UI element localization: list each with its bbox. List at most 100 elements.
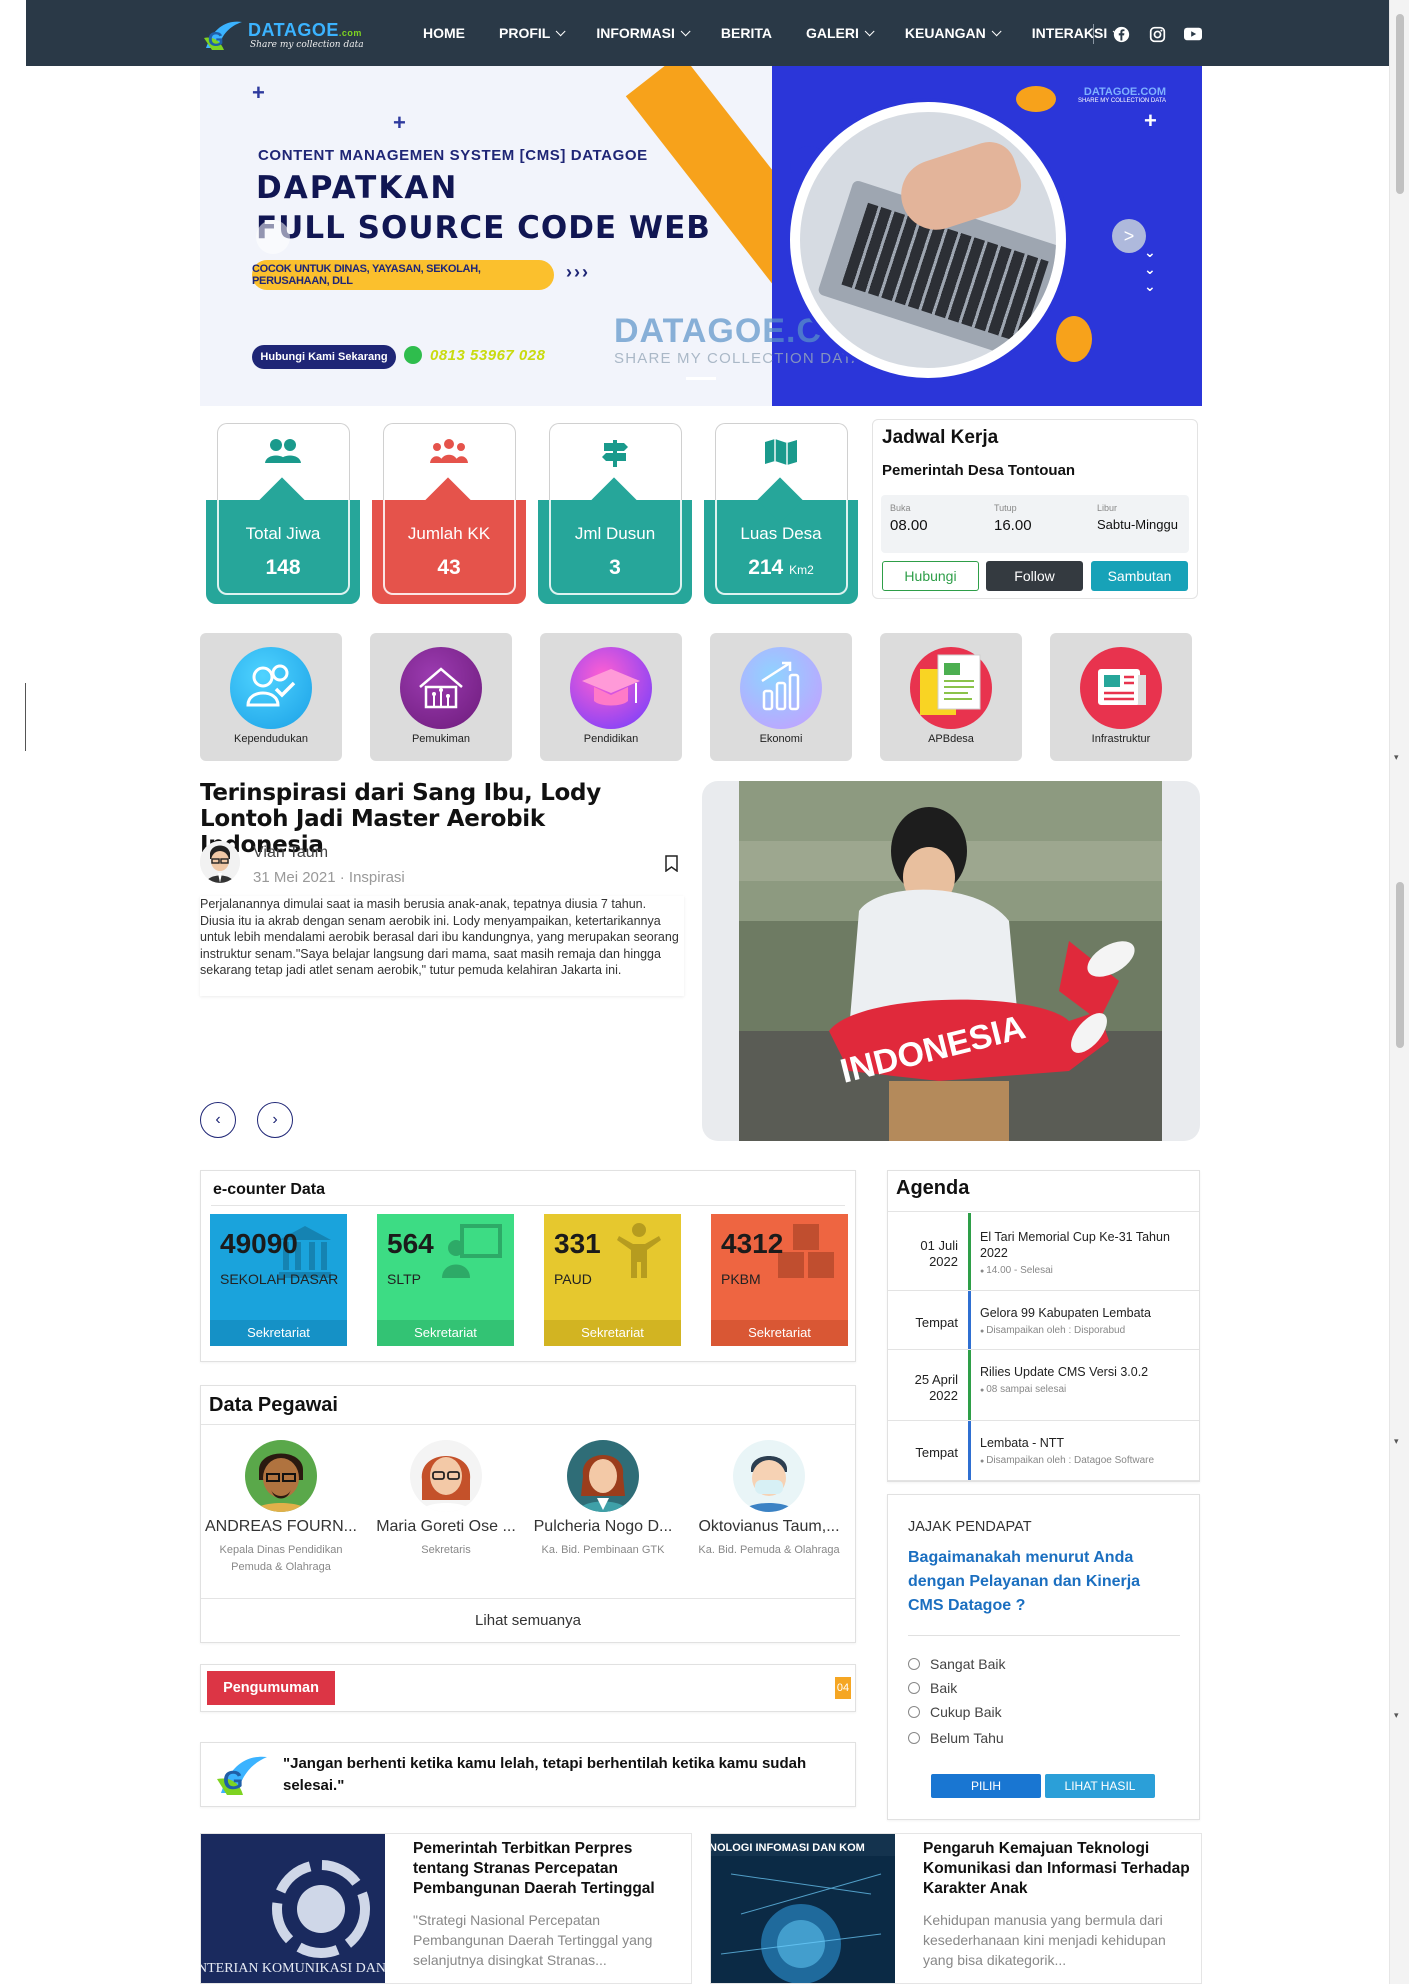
poll-title: JAJAK PENDAPAT — [908, 1519, 1032, 1535]
agenda-event-title: Lembata - NTT — [980, 1436, 1065, 1450]
ecounter-label: PAUD — [554, 1271, 592, 1287]
stat-value: 214 Km2 — [704, 556, 858, 580]
nav-item-home[interactable]: HOME — [406, 25, 482, 41]
employee-card[interactable]: Oktovianus Taum,... Ka. Bid. Pemuda & Ola… — [689, 1440, 849, 1559]
poll-submit-button[interactable]: PILIH — [931, 1774, 1041, 1798]
carousel-indicator[interactable] — [686, 377, 716, 380]
stat-card-total-jiwa[interactable]: Total Jiwa 148 — [206, 420, 360, 604]
poll-option[interactable]: Cukup Baik — [908, 1704, 1002, 1720]
nav-item-galeri[interactable]: GALERI — [789, 25, 888, 41]
follow-button[interactable]: Follow — [986, 561, 1083, 591]
radio-button[interactable] — [908, 1658, 920, 1670]
boxes-icon — [776, 1222, 836, 1280]
radio-button[interactable] — [908, 1732, 920, 1744]
ecounter-card-sekolah-dasar[interactable]: 49090 SEKOLAH DASAR Sekretariat — [210, 1214, 347, 1346]
category-kependudukan[interactable]: Kependudukan — [200, 633, 342, 761]
category-pendidikan[interactable]: Pendidikan — [540, 633, 682, 761]
agenda-row[interactable]: 25 April 2022 Rilies Update CMS Versi 3.0… — [888, 1350, 1199, 1421]
carousel-prev-button[interactable] — [256, 220, 290, 254]
radio-button[interactable] — [908, 1682, 920, 1694]
ecounter-card-paud[interactable]: 331 PAUD Sekretariat — [544, 1214, 681, 1346]
article-photo: INDONESIA — [739, 781, 1162, 1141]
news-image: NTERIAN KOMUNIKASI DAN REPUBLIK INDONESI — [201, 1834, 385, 1983]
poll-option-label: Cukup Baik — [930, 1704, 1002, 1720]
sambutan-button[interactable]: Sambutan — [1091, 561, 1188, 591]
poll-option[interactable]: Sangat Baik — [908, 1656, 1006, 1672]
news-card[interactable]: NOLOGI INFOMASI DAN KOM Pengaruh Kemajua… — [710, 1833, 1202, 1984]
ecounter-title: e-counter Data — [213, 1181, 326, 1198]
poll-results-button[interactable]: LIHAT HASIL — [1045, 1774, 1155, 1798]
nav-divider — [1093, 24, 1094, 44]
left-gutter — [0, 0, 26, 1984]
poll-option[interactable]: Baik — [908, 1680, 957, 1696]
bookmark-icon[interactable] — [665, 855, 678, 872]
ecounter-card-pkbm[interactable]: 4312 PKBM Sekretariat — [711, 1214, 848, 1346]
ecounter-card-sltp[interactable]: 564 SLTP Sekretariat — [377, 1214, 514, 1346]
stat-card-jumlah-kk[interactable]: Jumlah KK 43 — [372, 420, 526, 604]
scroll-down-arrow-icon[interactable]: ▾ — [1394, 752, 1399, 763]
announcement-bar: Pengumuman 04 — [200, 1664, 856, 1712]
contact-now-button[interactable]: Hubungi Kami Sekarang — [252, 345, 396, 369]
category-pemukiman[interactable]: Pemukiman — [370, 633, 512, 761]
instagram-icon[interactable] — [1148, 25, 1166, 43]
poll-question: Bagaimanakah menurut Anda dengan Pelayan… — [908, 1549, 1141, 1614]
scrollbar-thumb[interactable] — [1396, 14, 1404, 194]
category-ekonomi[interactable]: Ekonomi — [710, 633, 852, 761]
chevron-down-icon — [991, 25, 1002, 36]
scroll-down-arrow-icon[interactable]: ▾ — [1394, 1710, 1399, 1721]
announcement-label: Pengumuman — [207, 1671, 335, 1705]
poll-option[interactable]: Belum Tahu — [908, 1730, 1004, 1746]
category-infrastruktur[interactable]: Infrastruktur — [1050, 633, 1192, 761]
youtube-icon[interactable] — [1184, 25, 1202, 43]
employee-card[interactable]: Maria Goreti Ose ... Sekretaris — [366, 1440, 526, 1559]
ecounter-footer[interactable]: Sekretariat — [544, 1320, 681, 1346]
schedule-subtitle: Pemerintah Desa Tontouan — [882, 462, 1076, 479]
facebook-icon[interactable] — [1112, 25, 1130, 43]
employee-card[interactable]: ANDREAS FOURN... Kepala Dinas Pendidikan … — [201, 1440, 361, 1576]
agenda-detail: El Tari Memorial Cup Ke-31 Tahun 2022 ● 1… — [980, 1229, 1190, 1280]
stat-value: 3 — [538, 556, 692, 580]
news-card[interactable]: NTERIAN KOMUNIKASI DAN REPUBLIK INDONESI… — [200, 1833, 692, 1984]
nav-item-keuangan[interactable]: KEUANGAN — [888, 25, 1015, 41]
see-all-link[interactable]: Lihat semuanya — [201, 1612, 855, 1629]
page-scrollbar[interactable]: ▾ ▾ ▾ — [1389, 0, 1409, 1984]
scrollbar-thumb[interactable] — [1396, 882, 1404, 1048]
article-prev-button[interactable]: ‹ — [200, 1102, 236, 1138]
holiday: Libur Sabtu-Minggu — [1097, 503, 1178, 532]
article-author[interactable]: Vian Taum — [253, 844, 328, 862]
agenda-event-title: Gelora 99 Kabupaten Lembata — [980, 1306, 1151, 1320]
ecounter-value: 49090 — [220, 1228, 298, 1259]
close-hours: Tutup 16.00 — [994, 503, 1032, 534]
agenda-row[interactable]: Tempat Lembata - NTT ● Disampaikan oleh : … — [888, 1421, 1199, 1481]
ecounter-footer[interactable]: Sekretariat — [210, 1320, 347, 1346]
site-logo[interactable]: G DATAGOE.com Share my collection data — [202, 16, 402, 56]
ecounter-footer[interactable]: Sekretariat — [377, 1320, 514, 1346]
ecounter-value: 4312 — [721, 1228, 784, 1259]
carousel-next-button[interactable]: > — [1112, 219, 1146, 253]
article-next-button[interactable]: › — [257, 1102, 293, 1138]
agenda-row[interactable]: 01 Juli 2022 El Tari Memorial Cup Ke-31 T… — [888, 1213, 1199, 1291]
divider — [211, 1205, 845, 1206]
category-label: APBdesa — [928, 733, 974, 745]
news-title[interactable]: Pengaruh Kemajuan Teknologi Komunikasi d… — [923, 1839, 1191, 1899]
agenda-row[interactable]: Tempat Gelora 99 Kabupaten Lembata ● Disam… — [888, 1291, 1199, 1350]
stat-card-jml-dusun[interactable]: Jml Dusun 3 — [538, 420, 692, 604]
plus-decor-icon: + — [252, 80, 265, 105]
nav-item-informasi[interactable]: INFORMASI — [579, 25, 704, 41]
stat-card-luas-desa[interactable]: Luas Desa 214 Km2 — [704, 420, 858, 604]
category-apbdesa[interactable]: APBdesa — [880, 633, 1022, 761]
employee-card[interactable]: Pulcheria Nogo D... Ka. Bid. Pembinaan GT… — [523, 1440, 683, 1559]
nav-item-profil[interactable]: PROFIL — [482, 25, 579, 41]
nav-item-berita[interactable]: BERITA — [704, 25, 789, 41]
radio-button[interactable] — [908, 1706, 920, 1718]
left-edge-marker — [25, 683, 26, 751]
article-excerpt: Perjalanannya dimulai saat ia masih beru… — [200, 896, 684, 996]
news-title[interactable]: Pemerintah Terbitkan Perpres tentang Str… — [413, 1839, 681, 1899]
page: G DATAGOE.com Share my collection data H… — [0, 0, 1419, 1984]
newspaper-icon — [1080, 647, 1162, 729]
scroll-down-arrow-icon[interactable]: ▾ — [1394, 1436, 1399, 1447]
announcement-ticker[interactable]: 04 — [835, 1677, 851, 1699]
ecounter-footer[interactable]: Sekretariat — [711, 1320, 848, 1346]
agenda-event-sub: ● 14.00 - Selesai — [980, 1263, 1190, 1280]
hubungi-button[interactable]: Hubungi — [882, 561, 979, 591]
